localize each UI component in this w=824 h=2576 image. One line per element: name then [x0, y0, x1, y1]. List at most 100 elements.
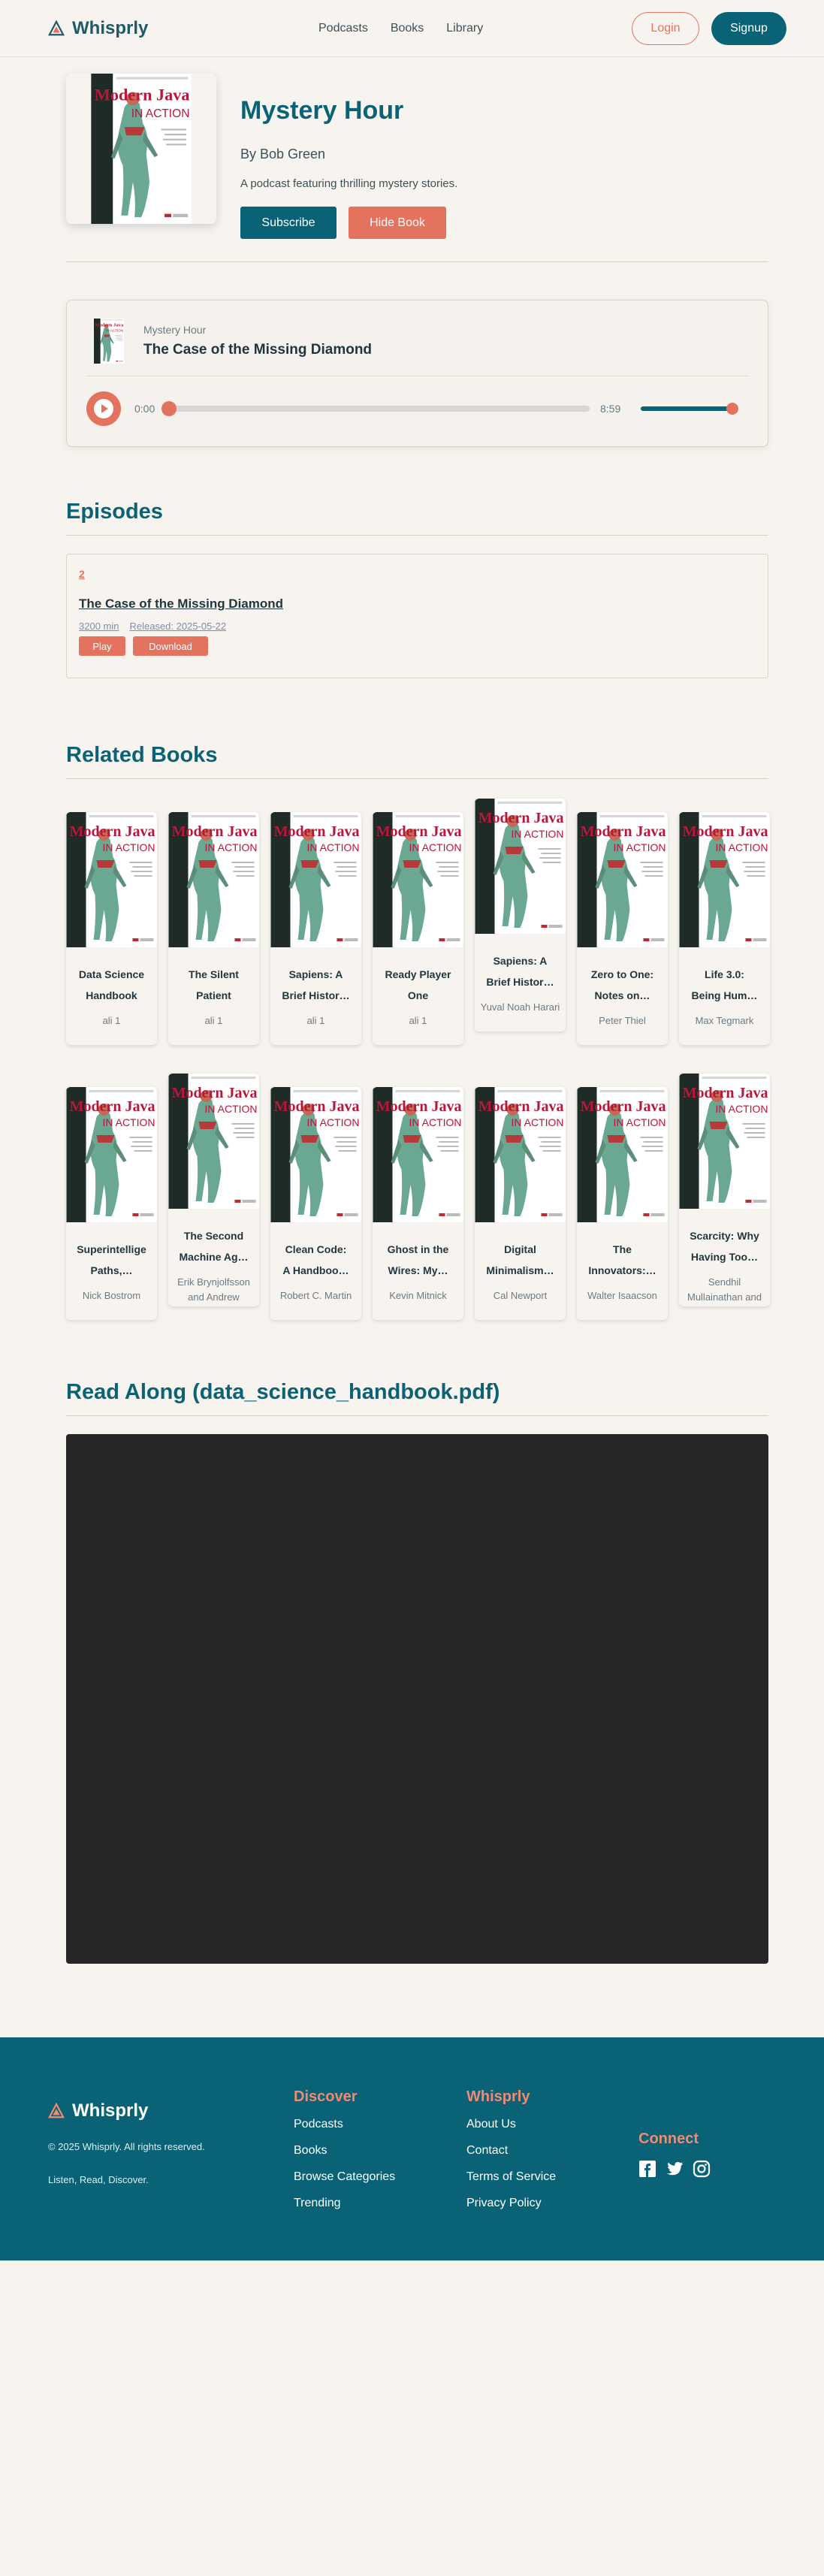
- footer-link-trending[interactable]: Trending: [294, 2197, 395, 2210]
- footer-brand-name: Whisprly: [72, 2100, 149, 2121]
- footer-link-browse-categories[interactable]: Browse Categories: [294, 2170, 395, 2184]
- book-title-line: Paths,…: [90, 1264, 133, 1276]
- episode-download-button[interactable]: Download: [133, 636, 208, 656]
- book-author: Kevin Mitnick: [389, 1290, 447, 1301]
- related-book-card[interactable]: The Second Machine Ag… Erik Brynjolfsson a…: [168, 1074, 259, 1306]
- episode-meta: 3200 min Released: 2025-05-22: [79, 621, 756, 632]
- related-book-card[interactable]: Ghost in the Wires: My… Kevin Mitnick: [373, 1087, 463, 1320]
- current-time: 0:00: [134, 403, 155, 415]
- triangle-logo-icon: [48, 20, 65, 35]
- book-title-line: Being Hum…: [691, 989, 758, 1001]
- book-cover-image: [679, 1074, 770, 1209]
- book-cover-image: [475, 1087, 566, 1222]
- related-book-card[interactable]: Life 3.0: Being Hum… Max Tegmark: [679, 812, 770, 1045]
- book-title-line: Superintellige: [77, 1243, 146, 1255]
- footer-whisprly-column: Whisprly About Us Contact Terms of Servi…: [466, 2088, 556, 2223]
- episode-play-button[interactable]: Play: [79, 636, 125, 656]
- related-book-card[interactable]: Scarcity: Why Having Too… Sendhil Mullaina…: [679, 1074, 770, 1306]
- related-book-card[interactable]: Superintellige Paths,… Nick Bostrom: [66, 1087, 157, 1320]
- social-icons: [638, 2160, 711, 2178]
- related-book-card[interactable]: Zero to One: Notes on… Peter Thiel: [577, 812, 668, 1045]
- related-book-card[interactable]: Data Science Handbook ali 1: [66, 812, 157, 1045]
- footer-connect-heading: Connect: [638, 2131, 699, 2147]
- instagram-icon[interactable]: [693, 2160, 711, 2178]
- episode-number[interactable]: 2: [79, 568, 756, 580]
- duration-time: 8:59: [600, 403, 621, 415]
- related-books-grid: Data Science Handbook ali 1 The Silent Patie…: [66, 799, 770, 1347]
- related-book-card[interactable]: The Silent Patient ali 1: [168, 812, 259, 1045]
- volume-handle[interactable]: [726, 403, 738, 415]
- nav-link-podcasts[interactable]: Podcasts: [318, 22, 368, 35]
- footer-link-podcasts[interactable]: Podcasts: [294, 2118, 395, 2131]
- book-cover-image: [679, 812, 770, 947]
- progress-bar[interactable]: [161, 401, 590, 416]
- book-title: The Innovators:…: [577, 1239, 668, 1281]
- main-content: Mystery Hour By Bob Green A podcast feat…: [66, 57, 770, 1964]
- related-book-card[interactable]: The Innovators:… Walter Isaacson: [577, 1087, 668, 1320]
- read-along-section: Read Along (data_science_handbook.pdf): [66, 1380, 768, 1964]
- footer-brand[interactable]: Whisprly: [48, 2100, 148, 2122]
- book-author: Cal Newport: [493, 1290, 548, 1301]
- podcast-title: Mystery Hour: [240, 96, 404, 125]
- episode-title-link[interactable]: The Case of the Missing Diamond: [79, 596, 756, 612]
- player-now-playing: Mystery Hour The Case of the Missing Dia…: [86, 319, 748, 376]
- book-title: Ready Player One: [373, 964, 463, 1006]
- book-title: Data Science Handbook: [66, 964, 157, 1006]
- book-cover-image: [475, 799, 566, 934]
- read-along-heading: Read Along (data_science_handbook.pdf): [66, 1380, 768, 1416]
- play-pause-button[interactable]: [86, 391, 121, 426]
- nav-link-library[interactable]: Library: [446, 22, 483, 35]
- book-title-line: Life 3.0:: [705, 968, 744, 980]
- book-title-line: Sapiens: A: [288, 968, 343, 980]
- footer-link-contact[interactable]: Contact: [466, 2144, 556, 2158]
- book-author: Max Tegmark: [695, 1015, 754, 1026]
- signup-button[interactable]: Signup: [711, 12, 786, 45]
- book-cover-image: [168, 1074, 259, 1209]
- book-title-line: Brief Histor…: [282, 989, 350, 1001]
- book-title-line: One: [407, 989, 429, 1001]
- related-book-card[interactable]: Digital Minimalism… Cal Newport: [475, 1087, 566, 1320]
- footer-link-about[interactable]: About Us: [466, 2118, 556, 2131]
- podcast-hero: Mystery Hour By Bob Green A podcast feat…: [66, 57, 768, 262]
- volume-slider[interactable]: [641, 403, 738, 415]
- book-author: Robert C. Martin: [279, 1290, 352, 1301]
- book-cover-image: [66, 812, 157, 947]
- book-title-line: Sapiens: A: [493, 955, 548, 967]
- podcast-cover-image: [66, 74, 216, 224]
- podcast-info: Mystery Hour By Bob Green A podcast feat…: [240, 74, 457, 239]
- podcast-author: By Bob Green: [240, 146, 326, 162]
- episode-release-date: Released: 2025-05-22: [129, 621, 227, 632]
- player-controls: 0:00 8:59: [86, 391, 748, 426]
- triangle-logo-icon: [48, 2103, 65, 2118]
- related-book-card[interactable]: Ready Player One ali 1: [373, 812, 463, 1045]
- book-title: Sapiens: A Brief Histor…: [270, 964, 361, 1006]
- footer-link-terms[interactable]: Terms of Service: [466, 2170, 556, 2184]
- book-author: ali 1: [204, 1015, 223, 1026]
- footer-link-privacy[interactable]: Privacy Policy: [466, 2197, 556, 2210]
- login-button[interactable]: Login: [632, 12, 699, 45]
- twitter-icon[interactable]: [666, 2160, 684, 2178]
- book-author: Sendhil Mullainathan and Eldar Shafir: [687, 1276, 762, 1303]
- book-title-line: The Second: [183, 1230, 244, 1242]
- related-book-card[interactable]: Sapiens: A Brief Histor… ali 1: [270, 812, 361, 1045]
- facebook-icon[interactable]: [638, 2160, 656, 2178]
- related-book-card[interactable]: Sapiens: A Brief Histor… Yuval Noah Harari: [475, 799, 566, 1031]
- subscribe-button[interactable]: Subscribe: [240, 207, 337, 239]
- hero-buttons: Subscribe Hide Book: [240, 207, 457, 239]
- book-title: The Second Machine Ag…: [168, 1225, 259, 1267]
- brand-logo[interactable]: Whisprly: [48, 18, 148, 39]
- book-title-line: Minimalism…: [486, 1264, 554, 1276]
- pdf-viewer[interactable]: [66, 1434, 768, 1964]
- play-icon: [94, 399, 113, 418]
- player-thumbnail: [86, 319, 131, 364]
- book-title-line: Zero to One:: [590, 968, 654, 980]
- site-footer: Whisprly © 2025 Whisprly. All rights res…: [0, 2037, 824, 2260]
- episode-buttons: Play Download: [79, 636, 756, 656]
- footer-link-books[interactable]: Books: [294, 2144, 395, 2158]
- book-title-line: Handbook: [86, 989, 137, 1001]
- book-cover-image: [66, 1087, 157, 1222]
- hide-book-button[interactable]: Hide Book: [349, 207, 446, 239]
- related-book-card[interactable]: Clean Code: A Handboo… Robert C. Martin: [270, 1087, 361, 1320]
- progress-handle[interactable]: [161, 401, 177, 416]
- nav-link-books[interactable]: Books: [391, 22, 424, 35]
